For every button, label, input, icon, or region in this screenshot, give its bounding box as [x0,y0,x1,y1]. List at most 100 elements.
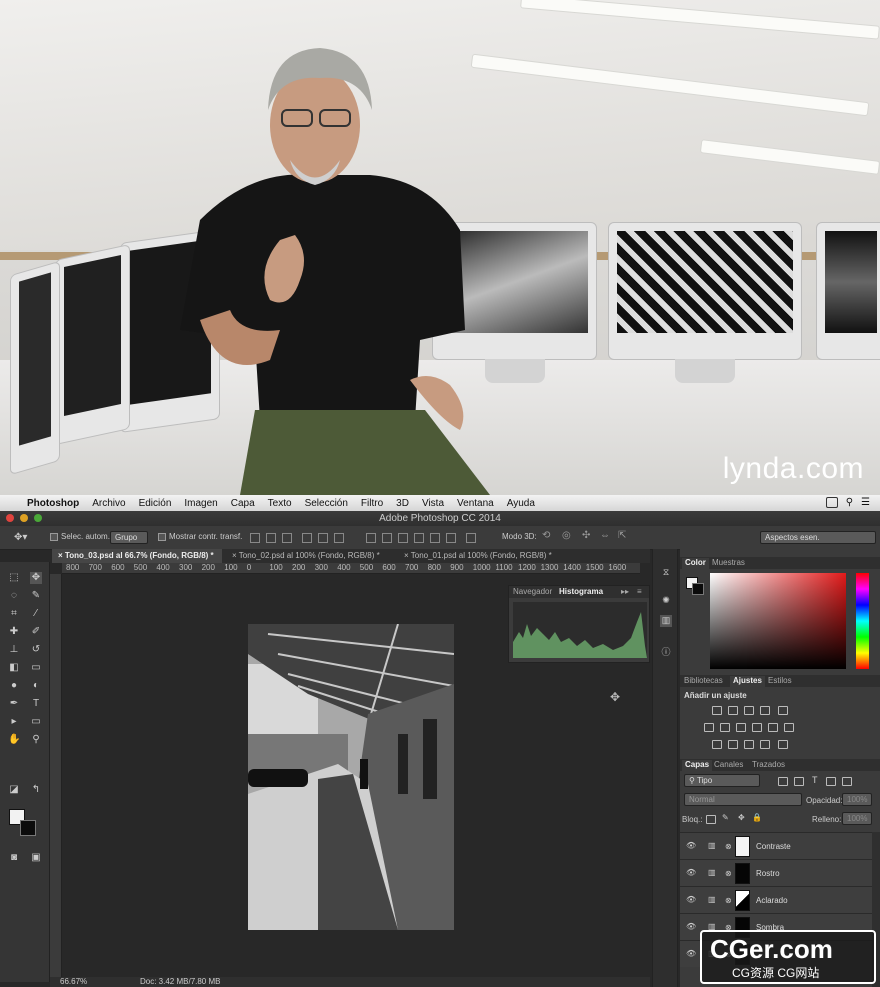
lock-pixels-icon[interactable]: ✎ [722,813,729,822]
levels-icon[interactable] [728,706,738,715]
distribute-left-icon[interactable] [414,533,424,543]
align-right-icon[interactable] [334,533,344,543]
photo-filter-icon[interactable] [752,723,762,732]
menu-3d[interactable]: 3D [396,498,409,509]
layer-row-rostro[interactable]: 👁 ▥ ⊗ Rostro [680,859,872,886]
tab-ajustes[interactable]: Ajustes [730,676,765,688]
curves-icon[interactable] [744,706,754,715]
swap-colors-icon[interactable]: ↰ [30,784,42,796]
battery-icon[interactable] [825,497,838,508]
align-bottom-icon[interactable] [282,533,292,543]
layer-filter-dropdown[interactable]: ⚲ Tipo [684,774,760,787]
info-panel-icon[interactable]: ⓘ [660,645,672,657]
move-tool-icon[interactable]: ✥ [30,572,42,584]
properties-panel-icon[interactable]: ✺ [660,595,672,607]
tab-muestras[interactable]: Muestras [712,558,745,567]
align-hcenter-icon[interactable] [318,533,328,543]
tab-histograma[interactable]: Histograma [559,587,603,596]
visibility-eye-icon[interactable]: 👁 [686,868,696,877]
auto-select-dropdown[interactable]: Grupo [110,531,148,544]
hand-tool-icon[interactable]: ✋ [8,734,20,746]
align-top-icon[interactable] [250,533,260,543]
close-button[interactable] [6,514,14,522]
zoom-button[interactable] [34,514,42,522]
search-icon[interactable]: ⚲ [846,497,853,508]
filter-adjust-icon[interactable] [794,777,804,786]
shape-tool-icon[interactable]: ▭ [30,716,42,728]
visibility-eye-icon[interactable]: 👁 [686,949,696,958]
tab-tono-03[interactable]: × Tono_03.psd al 66.7% (Fondo, RGB/8) * [52,549,222,563]
histogram-panel-icon[interactable]: ▥ [660,615,672,627]
black-white-icon[interactable] [736,723,746,732]
background-color-swatch[interactable] [20,820,36,836]
eraser-tool-icon[interactable]: ◧ [8,662,20,674]
3d-rotate-icon[interactable]: ⟲ [542,530,550,541]
zoom-level[interactable]: 66.67% [60,977,87,986]
path-select-tool-icon[interactable]: ▸ [8,716,20,728]
tab-bibliotecas[interactable]: Bibliotecas [684,676,723,685]
color-bg-swatch[interactable] [692,583,704,595]
clone-stamp-tool-icon[interactable]: ⊥ [8,644,20,656]
align-left-icon[interactable] [302,533,312,543]
visibility-eye-icon[interactable]: 👁 [686,922,696,931]
move-tool-icon[interactable]: ✥▾ [14,532,27,543]
menu-ayuda[interactable]: Ayuda [507,498,535,509]
distribute-hcenter-icon[interactable] [430,533,440,543]
3d-slide-icon[interactable]: ⇔ [600,530,610,541]
filter-smart-icon[interactable] [842,777,852,786]
distribute-right-icon[interactable] [446,533,456,543]
color-lookup-icon[interactable] [784,723,794,732]
type-tool-icon[interactable]: T [30,698,42,710]
history-panel-icon[interactable]: ⧖ [660,567,672,579]
crop-tool-icon[interactable]: ⌗ [8,608,20,620]
menu-capa[interactable]: Capa [231,498,255,509]
history-brush-tool-icon[interactable]: ↺ [30,644,42,656]
brightness-icon[interactable] [712,706,722,715]
gradient-map-icon[interactable] [778,740,788,749]
tab-navegador[interactable]: Navegador [513,587,552,596]
document-image[interactable] [248,624,454,930]
tab-tono-02[interactable]: × Tono_02.psd al 100% (Fondo, RGB/8) * [226,549,394,563]
mask-link-icon[interactable]: ⊗ [725,896,732,905]
layer-mask-thumbnail[interactable] [735,863,750,884]
tab-tono-01[interactable]: × Tono_01.psd al 100% (Fondo, RGB/8) * [398,549,568,563]
minimize-button[interactable] [20,514,28,522]
color-balance-icon[interactable] [720,723,730,732]
layer-mask-thumbnail[interactable] [735,890,750,911]
menu-photoshop[interactable]: Photoshop [27,498,79,509]
hue-slider[interactable] [856,573,869,669]
brush-tool-icon[interactable]: ✐ [30,626,42,638]
healing-tool-icon[interactable]: ✚ [8,626,20,638]
vibrance-icon[interactable] [778,706,788,715]
menu-texto[interactable]: Texto [268,498,292,509]
color-picker-field[interactable] [710,573,846,669]
channel-mixer-icon[interactable] [768,723,778,732]
workspace-dropdown[interactable]: Aspectos esen. [760,531,876,544]
auto-select-checkbox[interactable]: Selec. autom.: [50,532,112,541]
zoom-tool-icon[interactable]: ⚲ [30,734,42,746]
default-colors-icon[interactable]: ◪ [8,784,20,796]
menu-filtro[interactable]: Filtro [361,498,383,509]
filter-type-icon[interactable]: T [812,775,818,785]
exposure-icon[interactable] [760,706,770,715]
tab-capas[interactable]: Capas [682,760,713,772]
lasso-tool-icon[interactable]: ◌ [8,590,20,602]
tab-trazados[interactable]: Trazados [752,760,785,769]
dodge-tool-icon[interactable]: ◐ [30,680,42,692]
selective-color-icon[interactable] [760,740,770,749]
auto-align-icon[interactable] [466,533,476,543]
blend-mode-dropdown[interactable]: Normal [684,793,802,806]
panel-collapse-icon[interactable]: ▸▸ [621,587,629,596]
gradient-tool-icon[interactable]: ▭ [30,662,42,674]
layer-row-aclarado[interactable]: 👁 ▥ ⊗ Aclarado [680,886,872,913]
lock-transparent-icon[interactable] [706,815,716,824]
show-transform-checkbox[interactable]: Mostrar contr. transf. [158,532,242,541]
menu-ventana[interactable]: Ventana [457,498,494,509]
invert-icon[interactable] [712,740,722,749]
panel-menu-icon[interactable]: ≡ [637,587,642,596]
opacity-input[interactable]: 100% [842,793,872,806]
distribute-bottom-icon[interactable] [398,533,408,543]
menu-seleccion[interactable]: Selección [305,498,348,509]
filter-shape-icon[interactable] [826,777,836,786]
3d-pan-icon[interactable]: ✣ [582,530,590,541]
